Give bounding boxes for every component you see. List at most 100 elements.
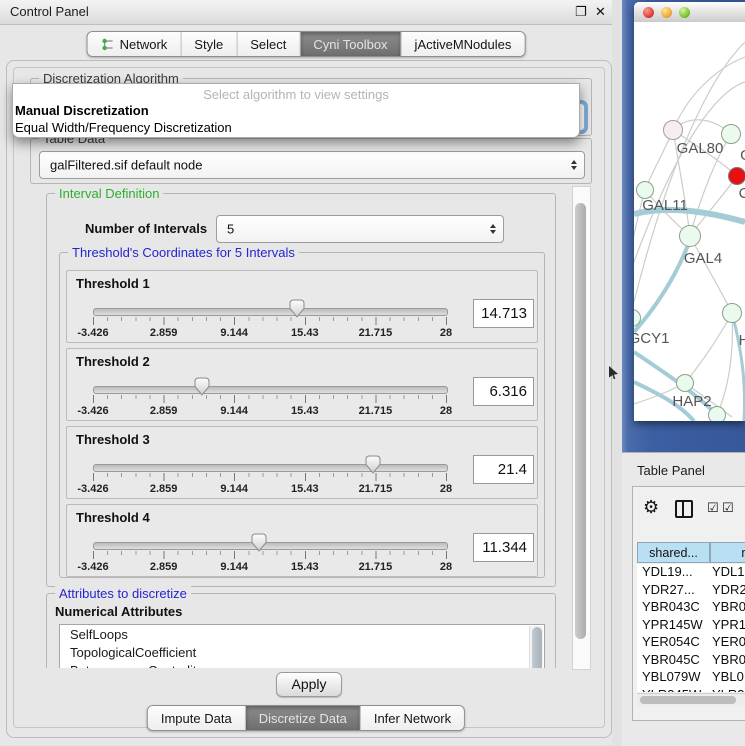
slider-ticks (93, 317, 447, 326)
table-row[interactable]: YBL079WYBL0 (637, 669, 745, 687)
network-window-titlebar[interactable] (634, 2, 745, 23)
list-item[interactable]: TopologicalCoefficient (60, 643, 544, 661)
slider-thumb[interactable] (250, 533, 267, 552)
list-item[interactable]: BetweennessCentrality (60, 661, 544, 668)
scrollbar-thumb[interactable] (575, 203, 586, 639)
node-label: C (739, 185, 745, 202)
node-label: GAL11 (642, 197, 688, 214)
slider-ticks (93, 473, 447, 482)
slider-thumb[interactable] (193, 377, 210, 396)
tab-cyni-toolbox[interactable]: Cyni Toolbox (299, 32, 400, 56)
slider-track[interactable] (93, 464, 448, 472)
table-row[interactable]: YLR345WYLR3 (637, 687, 745, 693)
node-right-mid[interactable] (722, 303, 742, 323)
table-horizontal-scrollbar[interactable] (637, 693, 745, 706)
node-bottom-partial[interactable] (708, 406, 726, 421)
split-columns-icon[interactable] (675, 500, 693, 518)
threshold-label: Threshold 1 (76, 276, 150, 291)
group-title: Threshold's Coordinates for 5 Intervals (68, 245, 299, 260)
threshold-value-field[interactable]: 14.713 (473, 299, 534, 328)
interval-definition-group: Interval Definition Number of Intervals … (46, 193, 556, 587)
cyni-mode-tabbar: Impute Data Discretize Data Infer Networ… (147, 705, 465, 731)
column-header-name[interactable]: n... (710, 542, 745, 563)
table-row[interactable]: YDL19...YDL1 (637, 564, 745, 582)
threshold-label: Threshold 4 (76, 510, 150, 525)
slider-track[interactable] (93, 308, 448, 316)
node-label: GCY1 (634, 330, 669, 347)
group-title: Interval Definition (55, 186, 163, 201)
table-data-combobox[interactable]: galFiltered.sif default node (39, 151, 585, 179)
threshold-value-field[interactable]: 11.344 (473, 533, 534, 562)
threshold-1-slider[interactable]: -3.4262.8599.14415.4321.71528 (91, 298, 448, 340)
threshold-value-field[interactable]: 21.4 (473, 455, 534, 484)
threshold-value-field[interactable]: 6.316 (473, 377, 534, 406)
slider-thumb[interactable] (288, 299, 305, 318)
popup-item-equal-width[interactable]: Equal Width/Frequency Discretization (15, 120, 232, 135)
scrollbar-thumb[interactable] (640, 696, 736, 704)
network-edges (634, 22, 745, 421)
table-toolbar: ⚙ ☑ ☑ (633, 487, 745, 531)
control-panel-window: Control Panel ❐ ✕ Network Style Select C… (0, 0, 612, 745)
combo-stepper-icon (571, 160, 577, 170)
node-gal80[interactable] (663, 120, 683, 140)
network-icon (101, 38, 115, 51)
table-row[interactable]: YDR27...YDR2 (637, 582, 745, 600)
close-traffic-light-icon[interactable] (643, 7, 654, 18)
tab-network[interactable]: Network (88, 32, 181, 56)
node-hap2[interactable] (676, 374, 694, 392)
threshold-2-slider[interactable]: -3.4262.8599.14415.4321.71528 (91, 376, 448, 418)
slider-track[interactable] (93, 386, 448, 394)
list-scrollbar[interactable] (529, 626, 543, 668)
tab-jactivemnodules[interactable]: jActiveMNodules (401, 32, 525, 56)
algorithm-dropdown-popup: Select algorithm to view settings Manual… (12, 83, 580, 138)
slider-thumb[interactable] (365, 455, 382, 474)
table-panel-title: Table Panel (637, 463, 705, 478)
select-all-icon[interactable]: ☑ (722, 501, 734, 514)
close-window-icon[interactable]: ✕ (595, 4, 606, 20)
table-row[interactable]: YPR145WYPR1 (637, 617, 745, 635)
popup-prompt-item[interactable]: Select algorithm to view settings (13, 87, 579, 102)
slider-track[interactable] (93, 542, 448, 550)
select-columns-icon[interactable]: ☑ (707, 501, 719, 514)
tab-impute-data[interactable]: Impute Data (148, 706, 245, 730)
settings-scrollbar[interactable] (572, 186, 591, 670)
list-item[interactable]: SelfLoops (60, 625, 544, 643)
combo-stepper-icon (490, 224, 496, 234)
node-label: HAP2 (672, 393, 711, 410)
number-of-intervals-label: Number of Intervals (85, 221, 207, 236)
network-canvas[interactable]: GAL80 G C GAL11 GAL4 GCY1 H HAP2 (634, 22, 745, 421)
tab-discretize-data[interactable]: Discretize Data (245, 706, 360, 730)
apply-button[interactable]: Apply (276, 672, 342, 697)
tab-infer-network[interactable]: Infer Network (360, 706, 464, 730)
node-label: GAL80 (677, 140, 724, 157)
tab-select[interactable]: Select (236, 32, 299, 56)
network-frame: GAL80 G C GAL11 GAL4 GCY1 H HAP2 (634, 2, 745, 421)
zoom-traffic-light-icon[interactable] (679, 7, 690, 18)
node-label: H (739, 332, 745, 349)
table-row[interactable]: YBR043CYBR0 (637, 599, 745, 617)
gear-icon[interactable]: ⚙ (643, 498, 659, 516)
minimize-traffic-light-icon[interactable] (661, 7, 672, 18)
network-view-window: GAL80 G C GAL11 GAL4 GCY1 H HAP2 (622, 0, 745, 452)
attributes-list[interactable]: SelfLoops TopologicalCoefficient Between… (59, 624, 545, 668)
slider-ticks (93, 551, 447, 560)
number-of-intervals-combobox[interactable]: 5 (216, 215, 504, 243)
popup-item-manual-discretization[interactable]: Manual Discretization (15, 103, 149, 118)
node-label: GAL4 (684, 250, 722, 267)
scrollbar-thumb[interactable] (532, 627, 542, 668)
threshold-2-panel: Threshold 2 -3.4262.8599.14415.4321.7152… (66, 348, 538, 421)
table-panel-body: ⚙ ☑ ☑ shared... n... YDL19...YDL1 YDR27.… (632, 486, 745, 721)
threshold-3-slider[interactable]: -3.4262.8599.14415.4321.71528 (91, 454, 448, 496)
tab-style[interactable]: Style (180, 32, 236, 56)
float-window-icon[interactable]: ❐ (575, 4, 587, 20)
node-gal4[interactable] (679, 225, 701, 247)
threshold-4-slider[interactable]: -3.4262.8599.14415.4321.71528 (91, 532, 448, 574)
node-top-right[interactable] (721, 124, 741, 144)
table-header-row: shared... n... (637, 542, 745, 564)
table-row[interactable]: YBR045CYBR0 (637, 652, 745, 670)
column-header-shared-name[interactable]: shared... (637, 542, 710, 563)
node-red-selected[interactable] (728, 167, 745, 185)
table-row[interactable]: YER054CYER0 (637, 634, 745, 652)
control-panel-titlebar: Control Panel ❐ ✕ (0, 0, 612, 25)
node-label: G (740, 147, 745, 164)
